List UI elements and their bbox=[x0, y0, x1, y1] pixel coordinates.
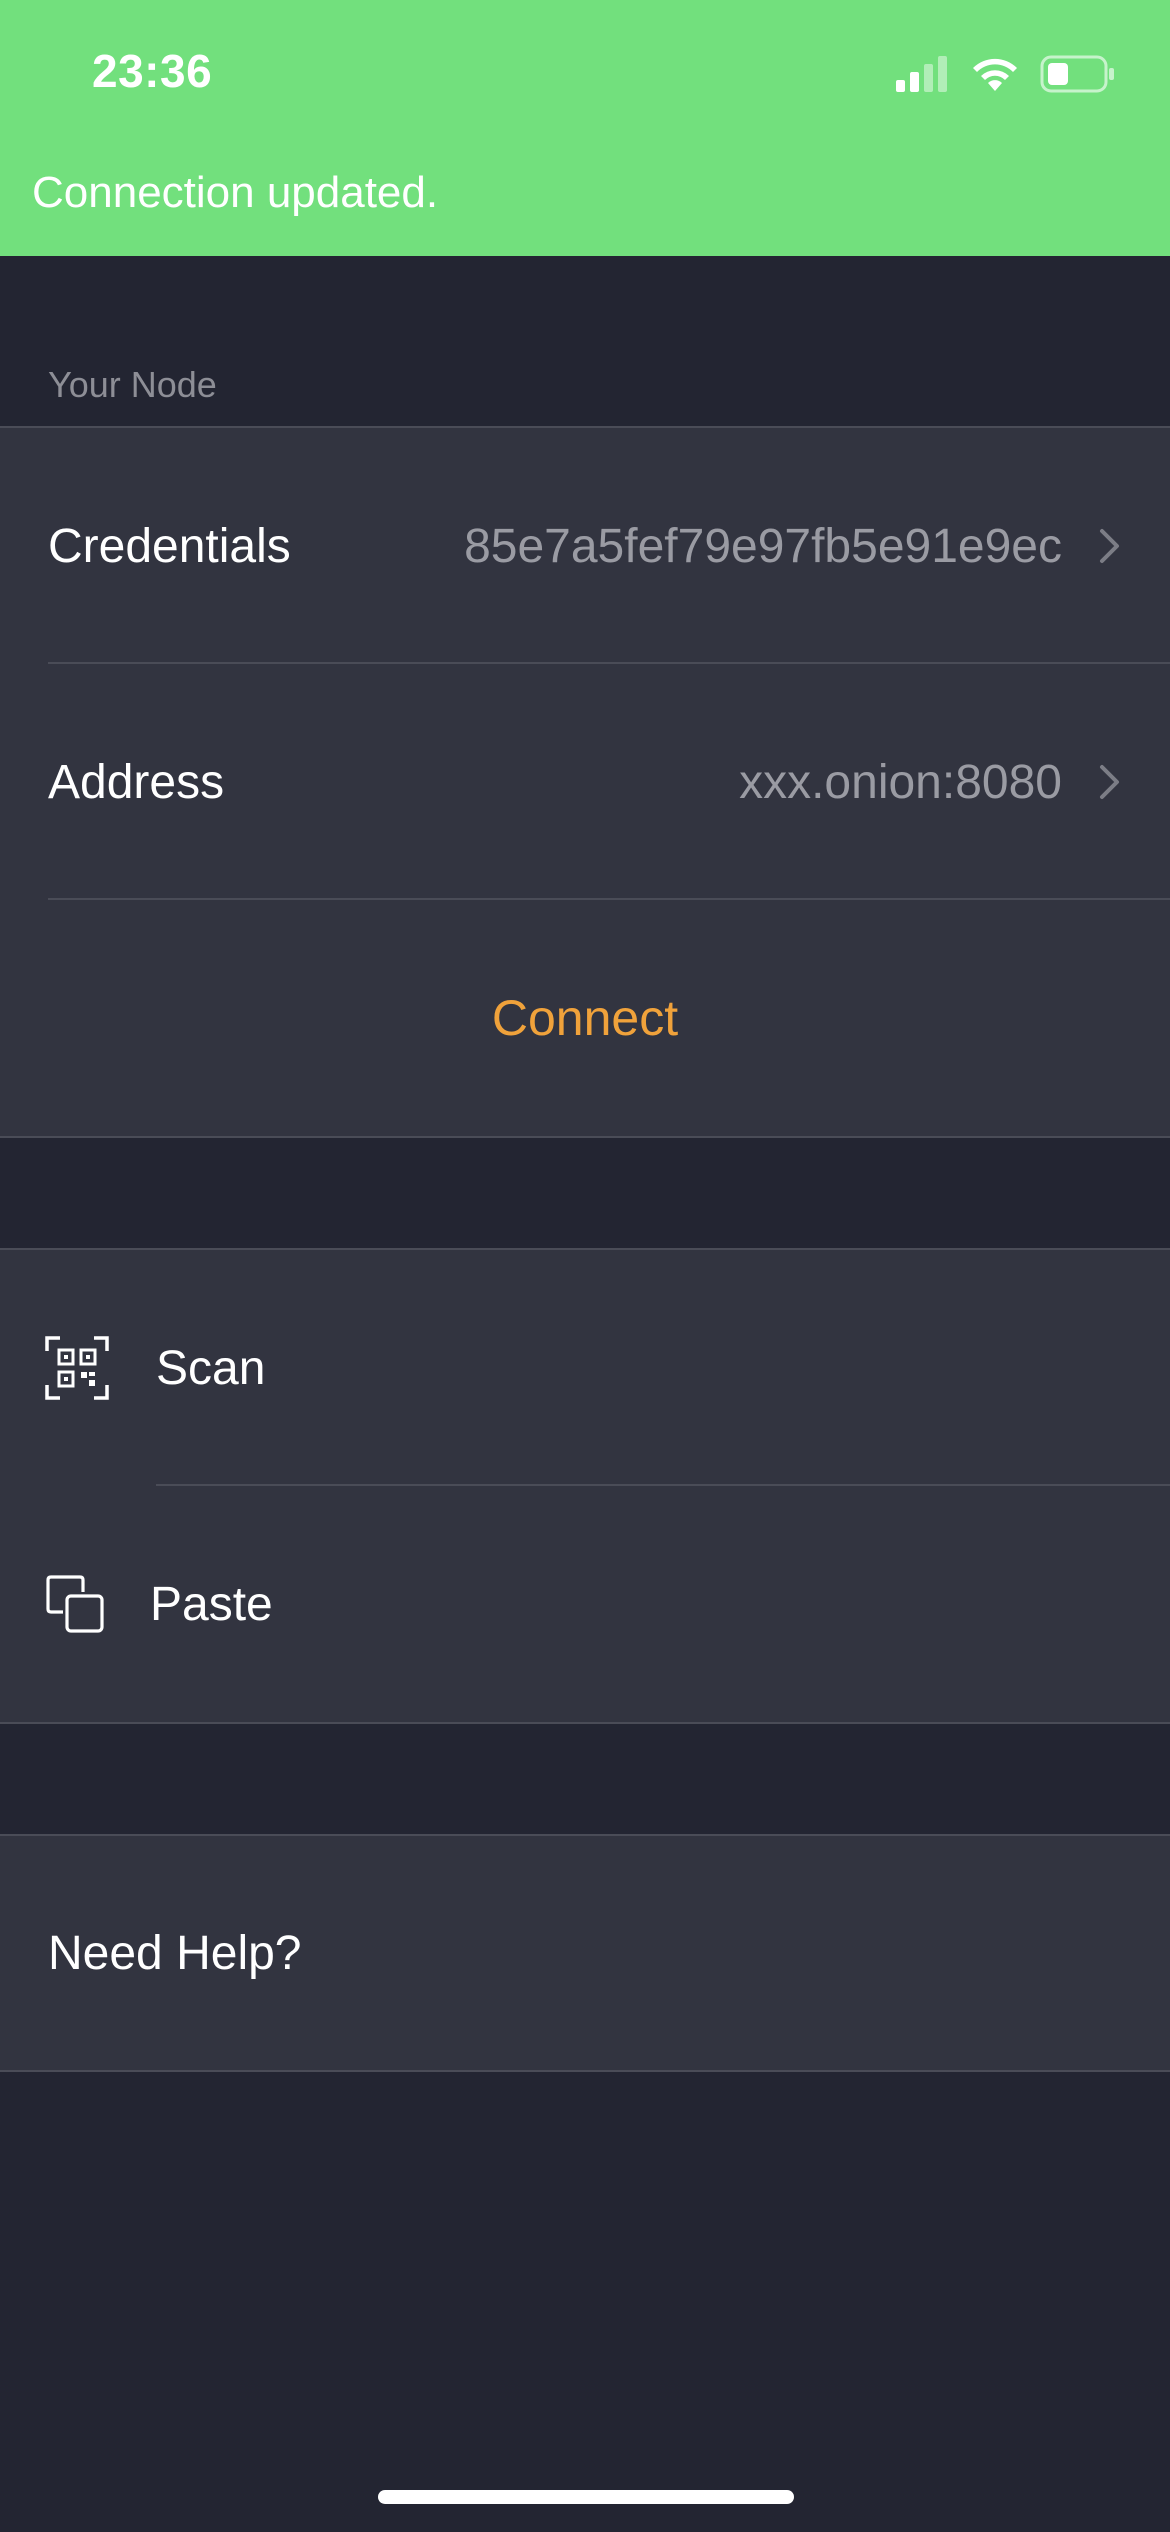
help-group: Need Help? bbox=[0, 1834, 1170, 2072]
toast-message: Connection updated. bbox=[32, 168, 439, 217]
address-value: xxx.onion:8080 bbox=[739, 755, 1062, 809]
paste-icon bbox=[46, 1575, 104, 1633]
paste-label: Paste bbox=[150, 1577, 273, 1631]
connect-button[interactable]: Connect bbox=[0, 989, 1170, 1047]
credentials-row[interactable]: Credentials 85e7a5fef79e97fb5e91e9ec bbox=[0, 428, 1170, 664]
credentials-label: Credentials bbox=[48, 519, 291, 573]
cellular-signal-icon bbox=[896, 56, 947, 92]
battery-icon bbox=[1040, 55, 1114, 93]
node-settings-group: Credentials 85e7a5fef79e97fb5e91e9ec Add… bbox=[0, 426, 1170, 1138]
wifi-icon bbox=[973, 58, 1017, 91]
status-icons bbox=[896, 52, 1116, 96]
address-row[interactable]: Address xxx.onion:8080 bbox=[0, 664, 1170, 900]
section-header-your-node: Your Node bbox=[48, 364, 217, 405]
chevron-right-icon bbox=[1100, 529, 1119, 563]
connect-row[interactable]: Connect bbox=[0, 900, 1170, 1136]
scan-label: Scan bbox=[156, 1341, 266, 1395]
scan-row[interactable]: Scan bbox=[0, 1250, 1170, 1486]
connection-banner: 23:36 Connection updated. bbox=[0, 0, 1170, 256]
chevron-right-icon bbox=[1100, 765, 1119, 799]
import-actions-group: Scan Paste bbox=[0, 1248, 1170, 1724]
address-label: Address bbox=[48, 755, 225, 809]
need-help-row[interactable]: Need Help? bbox=[0, 1836, 1170, 2070]
home-indicator[interactable] bbox=[378, 2490, 794, 2504]
paste-row[interactable]: Paste bbox=[0, 1486, 1170, 1722]
need-help-label: Need Help? bbox=[48, 1926, 302, 1980]
status-time: 23:36 bbox=[92, 45, 213, 97]
qr-scan-icon bbox=[45, 1336, 109, 1400]
credentials-value: 85e7a5fef79e97fb5e91e9ec bbox=[464, 519, 1062, 573]
